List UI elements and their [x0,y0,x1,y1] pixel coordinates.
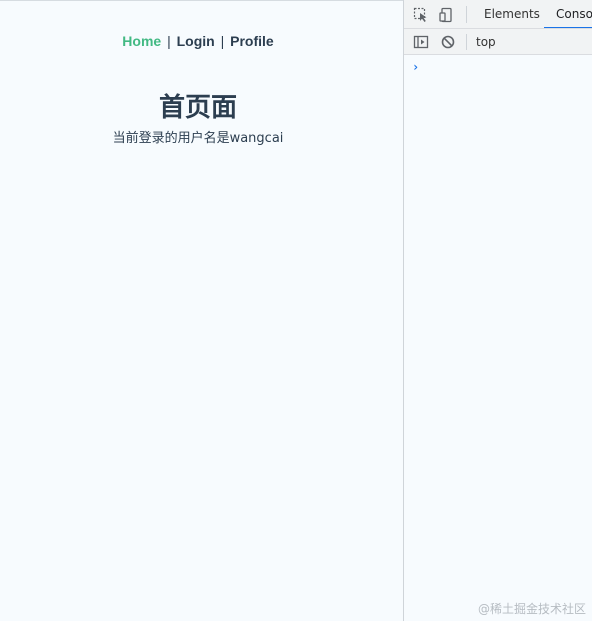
nav-link-login[interactable]: Login [177,33,215,49]
app-page: Home | Login | Profile 首页面 当前登录的用户名是wang… [0,0,403,621]
context-selector[interactable]: top [476,29,496,55]
nav-separator: | [167,33,171,49]
device-toggle-icon[interactable] [439,7,455,23]
console-toolbar: top [404,29,592,55]
console-prompt[interactable]: › [412,60,419,74]
top-nav: Home | Login | Profile [0,33,396,49]
clear-console-icon[interactable] [440,34,456,50]
current-user-text: 当前登录的用户名是wangcai [112,131,284,146]
nav-link-home[interactable]: Home [122,33,161,49]
toolbar-separator [466,34,467,50]
tab-console[interactable]: Consol [544,0,592,28]
inspect-icon[interactable] [413,7,429,23]
sidebar-toggle-icon[interactable] [413,34,429,50]
nav-separator: | [220,33,225,49]
tab-elements[interactable]: Elements [484,0,540,28]
page-title: 首页面 [158,93,237,123]
toolbar-separator [466,6,467,23]
watermark: @稀土掘金技术社区 [477,602,586,616]
devtools-panel: Elements Consol top › [404,0,592,621]
nav-link-profile[interactable]: Profile [230,33,274,49]
devtools-tab-bar: Elements Consol [404,0,592,29]
